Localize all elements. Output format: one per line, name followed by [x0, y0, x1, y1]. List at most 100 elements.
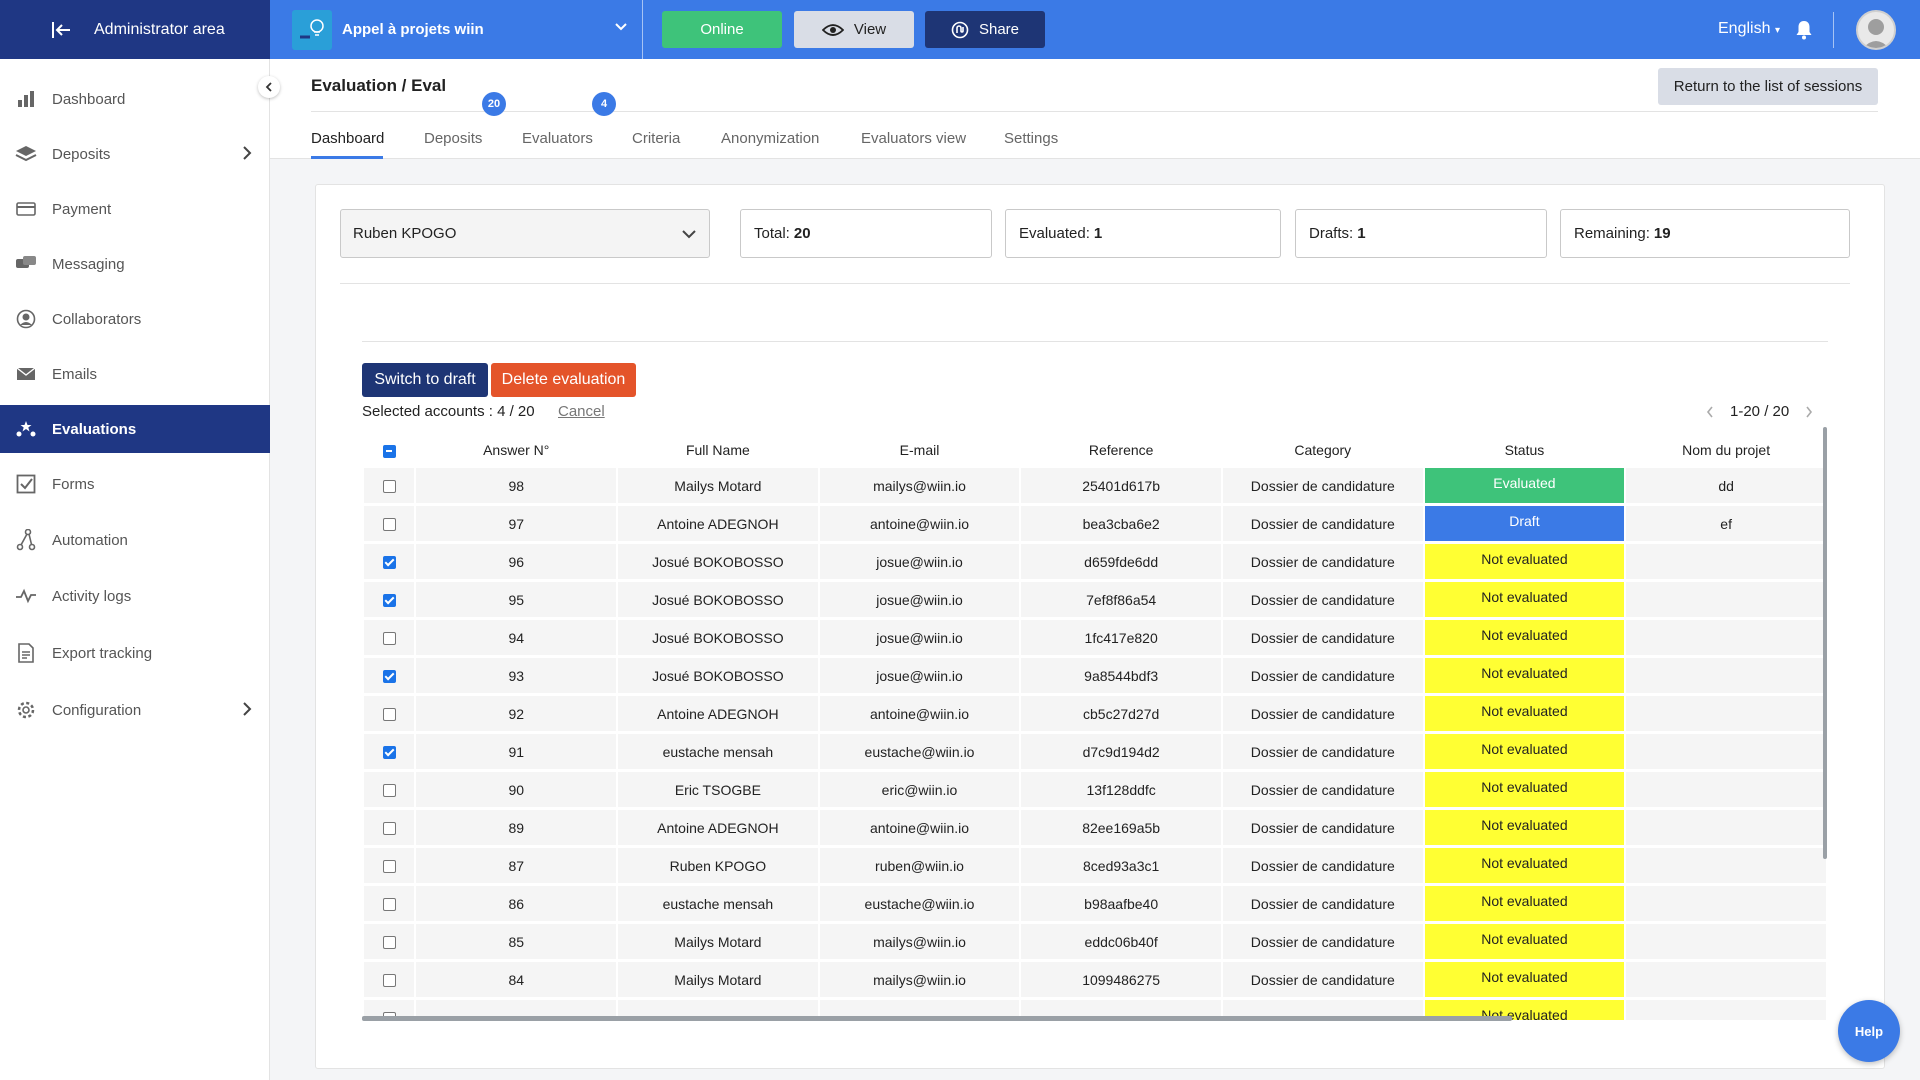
cell-status: Evaluated — [1424, 468, 1625, 506]
cell-status: Not evaluated — [1424, 810, 1625, 848]
row-checkbox[interactable] — [382, 556, 396, 570]
row-select-cell — [364, 582, 415, 620]
column-header[interactable]: Full Name — [618, 432, 818, 468]
row-checkbox[interactable] — [382, 594, 396, 608]
row-select-cell — [364, 886, 415, 924]
cell-name: Josué BOKOBOSSO — [618, 582, 818, 620]
table-row[interactable]: 84 Mailys Motard mailys@wiin.io 1099486275 D… — [364, 962, 1826, 1000]
language-selector[interactable]: English ▾ — [1718, 20, 1780, 38]
table-row[interactable]: 87 Ruben KPOGO ruben@wiin.io 8ced93a3c1 Doss… — [364, 848, 1826, 886]
cell-category: Dossier de candidature — [1222, 886, 1423, 924]
row-checkbox[interactable] — [382, 670, 396, 684]
cancel-selection-link[interactable]: Cancel — [558, 403, 605, 420]
next-page-icon[interactable] — [1799, 406, 1819, 418]
sidebar-item-automation[interactable]: Automation — [0, 516, 270, 564]
sidebar-item-evaluations[interactable]: Evaluations — [0, 405, 270, 453]
tab-label: Settings — [1004, 130, 1059, 147]
project-selector[interactable]: Appel à projets wiin — [270, 0, 643, 59]
table-row[interactable]: 92 Antoine ADEGNOH antoine@wiin.io cb5c27d2… — [364, 696, 1826, 734]
column-header[interactable]: Category — [1223, 432, 1423, 468]
sidebar-item-label: Activity logs — [52, 587, 132, 605]
admin-area-link[interactable]: Administrator area — [0, 0, 270, 59]
column-header[interactable]: Status — [1425, 432, 1625, 468]
sidebar-item-dashboard[interactable]: Dashboard — [0, 75, 270, 123]
sidebar-item-activity-logs[interactable]: Activity logs — [0, 572, 270, 620]
sidebar-item-forms[interactable]: Forms — [0, 460, 270, 508]
horizontal-scrollbar[interactable] — [362, 1016, 1512, 1021]
cell-name: Antoine ADEGNOH — [618, 506, 818, 544]
delete-evaluation-label: Delete evaluation — [501, 371, 626, 388]
evaluated-value: 1 — [1093, 225, 1103, 242]
table-row[interactable]: 90 Eric TSOGBE eric@wiin.io 13f128ddfc Dossi… — [364, 772, 1826, 810]
cell-name: Josué BOKOBOSSO — [618, 658, 818, 696]
row-checkbox[interactable] — [382, 518, 396, 532]
tab-anonymization[interactable]: Anonymization — [721, 130, 819, 147]
table-row[interactable]: 96 Josué BOKOBOSSO josue@wiin.io d659fde6dd… — [364, 544, 1826, 582]
chevron-left-icon — [265, 82, 272, 92]
table-row[interactable]: 85 Mailys Motard mailys@wiin.io eddc06b40f D… — [364, 924, 1826, 962]
help-button[interactable]: Help — [1838, 1000, 1900, 1062]
delete-evaluation-button[interactable]: Delete evaluation — [491, 363, 636, 397]
row-select-cell — [364, 924, 415, 962]
evaluator-select[interactable]: Ruben KPOGO — [340, 209, 710, 258]
view-button[interactable]: View — [794, 11, 914, 48]
row-checkbox[interactable] — [382, 632, 396, 646]
row-checkbox[interactable] — [382, 784, 396, 798]
sidebar-item-payment[interactable]: Payment — [0, 185, 270, 233]
table-row[interactable]: 91 eustache mensah eustache@wiin.io d7c9d19… — [364, 734, 1826, 772]
table-row[interactable]: 97 Antoine ADEGNOH antoine@wiin.io bea3cba6… — [364, 506, 1826, 544]
select-all-checkbox[interactable] — [382, 444, 396, 458]
table-row[interactable]: 89 Antoine ADEGNOH antoine@wiin.io 82ee169a… — [364, 810, 1826, 848]
sidebar-item-configuration[interactable]: Configuration — [0, 686, 270, 734]
prev-page-icon[interactable] — [1700, 406, 1720, 418]
sidebar-item-label: Evaluations — [52, 420, 137, 438]
sidebar-item-messaging[interactable]: Messaging — [0, 240, 270, 288]
evaluations-table: Answer N° Full Name E-mail Reference Cat… — [362, 432, 1828, 1020]
eye-icon — [821, 23, 844, 36]
tab-deposits[interactable]: Deposits — [424, 130, 482, 147]
tab-criteria[interactable]: Criteria — [632, 130, 680, 147]
table-row[interactable]: 98 Mailys Motard mailys@wiin.io 25401d617b D… — [364, 468, 1826, 506]
row-checkbox[interactable] — [382, 974, 396, 988]
cell-email: mailys@wiin.io — [819, 924, 1020, 962]
tab-evaluators-view[interactable]: Evaluators view — [861, 130, 966, 147]
sidebar-item-deposits[interactable]: Deposits — [0, 130, 270, 178]
cell-project — [1626, 658, 1826, 696]
sidebar-item-emails[interactable]: Emails — [0, 350, 270, 398]
switch-to-draft-button[interactable]: Switch to draft — [362, 363, 488, 397]
row-checkbox[interactable] — [382, 746, 396, 760]
cell-status: Not evaluated — [1424, 772, 1625, 810]
column-header[interactable]: Reference — [1021, 432, 1221, 468]
total-stat: Total: 20 — [740, 209, 992, 258]
column-header[interactable]: Nom du projet — [1626, 432, 1826, 468]
help-label: Help — [1854, 1023, 1884, 1039]
row-checkbox[interactable] — [382, 936, 396, 950]
row-checkbox[interactable] — [382, 898, 396, 912]
table-row[interactable]: 86 eustache mensah eustache@wiin.io b98aafb… — [364, 886, 1826, 924]
table-row[interactable]: 95 Josué BOKOBOSSO josue@wiin.io 7ef8f86a54… — [364, 582, 1826, 620]
avatar[interactable] — [1856, 10, 1896, 50]
return-to-sessions-button[interactable]: Return to the list of sessions — [1658, 68, 1878, 105]
row-checkbox[interactable] — [382, 480, 396, 494]
table-row[interactable]: 94 Josué BOKOBOSSO josue@wiin.io 1fc417e820… — [364, 620, 1826, 658]
bell-icon[interactable] — [1795, 20, 1813, 45]
row-select-cell — [364, 962, 415, 1000]
row-checkbox[interactable] — [382, 708, 396, 722]
share-button[interactable]: Share — [925, 11, 1045, 48]
column-header[interactable]: Answer N° — [416, 432, 616, 468]
status-badge: Draft — [1424, 506, 1625, 541]
collapse-sidebar-button[interactable] — [258, 76, 280, 98]
tab-dashboard[interactable]: Dashboard — [311, 130, 384, 147]
column-header[interactable]: E-mail — [820, 432, 1020, 468]
cell-answer: 95 — [416, 582, 617, 620]
tab-evaluators[interactable]: Evaluators — [522, 130, 593, 147]
row-checkbox[interactable] — [382, 860, 396, 874]
tab-settings[interactable]: Settings — [1004, 130, 1058, 147]
sidebar-item-export-tracking[interactable]: Export tracking — [0, 629, 270, 677]
table-row[interactable]: 93 Josué BOKOBOSSO josue@wiin.io 9a8544bdf3… — [364, 658, 1826, 696]
sidebar-item-collaborators[interactable]: Collaborators — [0, 295, 270, 343]
status-badge: Not evaluated — [1424, 810, 1625, 845]
online-button[interactable]: Online — [662, 11, 782, 48]
vertical-scrollbar[interactable] — [1823, 427, 1827, 859]
row-checkbox[interactable] — [382, 822, 396, 836]
